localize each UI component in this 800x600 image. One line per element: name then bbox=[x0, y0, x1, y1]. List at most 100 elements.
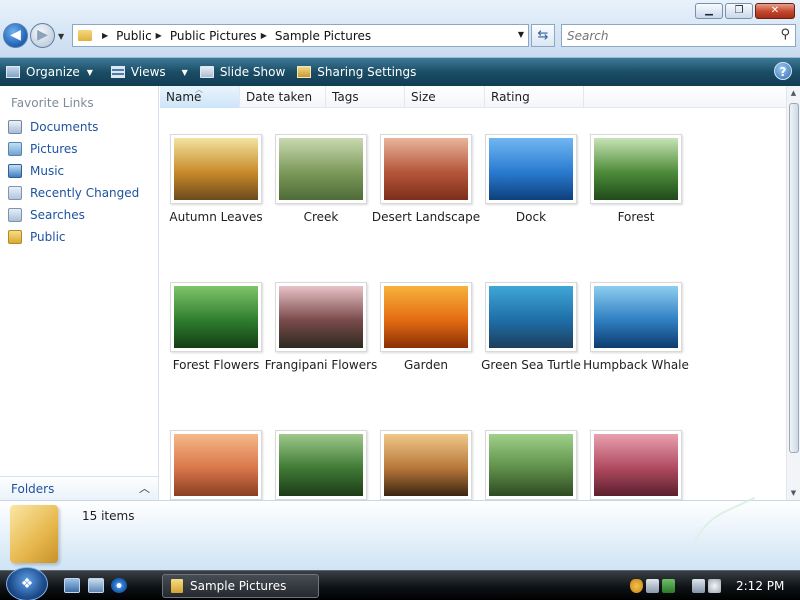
file-name: Creek bbox=[303, 210, 339, 224]
file-item[interactable]: Humpback Whale bbox=[583, 282, 695, 422]
thumbnail-image bbox=[174, 286, 258, 348]
thumbnail bbox=[275, 134, 367, 204]
help-icon[interactable]: ? bbox=[774, 62, 792, 80]
sidebar-item-pictures[interactable]: Pictures bbox=[0, 138, 158, 160]
thumbnail bbox=[590, 430, 682, 500]
thumbnail-image bbox=[174, 434, 258, 496]
folder-icon bbox=[78, 30, 92, 41]
pictures-icon bbox=[8, 142, 22, 156]
file-item[interactable]: Creek bbox=[275, 134, 380, 274]
documents-icon bbox=[8, 120, 22, 134]
thumbnail bbox=[485, 430, 577, 500]
file-item[interactable]: Desert Landscape bbox=[372, 134, 485, 274]
thumbnail bbox=[170, 134, 262, 204]
breadcrumb-arrow-icon[interactable]: ▶ bbox=[156, 31, 162, 40]
file-name: Humpback Whale bbox=[583, 358, 689, 372]
thumbnail-image bbox=[384, 138, 468, 200]
chevron-down-icon: ▼ bbox=[86, 67, 93, 77]
file-item[interactable] bbox=[275, 430, 380, 500]
clock[interactable]: 2:12 PM bbox=[736, 579, 784, 593]
decorative-swoosh bbox=[682, 496, 778, 581]
scrollbar-thumb[interactable] bbox=[789, 103, 799, 453]
file-item[interactable]: Autumn Leaves bbox=[169, 134, 275, 274]
file-item[interactable]: Frangipani Flowers bbox=[265, 282, 380, 422]
recently-changed-icon bbox=[8, 186, 22, 200]
sidebar-item-searches[interactable]: Searches bbox=[0, 204, 158, 226]
breadcrumb-public[interactable]: Public ▶ bbox=[116, 29, 170, 43]
column-header-tags[interactable]: Tags bbox=[326, 86, 405, 108]
file-item[interactable] bbox=[170, 430, 275, 500]
internet-explorer-icon[interactable] bbox=[111, 578, 127, 593]
file-item[interactable]: Green Sea Turtle bbox=[481, 282, 590, 422]
file-list: ︿ Name Date taken Tags Size Rating Autum… bbox=[160, 86, 800, 500]
window-controls: ▁ ❐ ✕ bbox=[695, 3, 795, 19]
chevron-down-icon: ▼ bbox=[181, 67, 188, 77]
column-header-size[interactable]: Size bbox=[405, 86, 485, 108]
sidebar-item-music[interactable]: Music bbox=[0, 160, 158, 182]
file-name: Green Sea Turtle bbox=[481, 358, 581, 372]
switch-windows-icon[interactable] bbox=[88, 578, 104, 593]
file-item[interactable]: Forest bbox=[590, 134, 695, 274]
search-icon[interactable]: ⚲ bbox=[780, 27, 790, 42]
column-header-date-taken[interactable]: Date taken bbox=[240, 86, 326, 108]
slide-show-button[interactable]: Slide Show bbox=[194, 60, 291, 84]
file-item[interactable]: Forest Flowers bbox=[170, 282, 275, 422]
security-shield-icon[interactable] bbox=[630, 579, 643, 593]
organize-icon bbox=[6, 66, 20, 78]
security-center-icon[interactable] bbox=[646, 579, 659, 593]
refresh-button[interactable]: ⇆ bbox=[531, 24, 555, 47]
file-item[interactable]: Garden bbox=[380, 282, 485, 422]
file-item[interactable] bbox=[380, 430, 485, 500]
folders-toggle[interactable]: Folders ︿ bbox=[0, 476, 158, 500]
sort-ascending-icon: ︿ bbox=[195, 86, 203, 94]
network-icon[interactable] bbox=[692, 579, 705, 593]
sharing-icon bbox=[297, 66, 312, 78]
views-button[interactable]: Views ▼ bbox=[105, 60, 194, 84]
breadcrumb-arrow-icon[interactable]: ▶ bbox=[261, 31, 267, 40]
back-button[interactable]: ◀ bbox=[3, 23, 28, 48]
forward-button[interactable]: ▶ bbox=[30, 23, 55, 48]
file-item[interactable]: Dock bbox=[485, 134, 590, 274]
breadcrumb-public-pictures[interactable]: Public Pictures ▶ bbox=[170, 29, 275, 43]
breadcrumb-sample-pictures[interactable]: Sample Pictures bbox=[275, 29, 371, 43]
vertical-scrollbar[interactable]: ▲ ▼ bbox=[786, 86, 800, 500]
column-header-name[interactable]: ︿ Name bbox=[160, 86, 240, 108]
minimize-button[interactable]: ▁ bbox=[695, 3, 723, 19]
file-item[interactable] bbox=[485, 430, 590, 500]
thumbnail-image bbox=[594, 434, 678, 496]
maximize-button[interactable]: ❐ bbox=[725, 3, 753, 19]
thumbnail-image bbox=[279, 434, 363, 496]
details-pane: 15 items bbox=[0, 496, 800, 581]
thumbnail bbox=[380, 430, 472, 500]
column-headers: ︿ Name Date taken Tags Size Rating bbox=[160, 86, 786, 108]
recent-pages-dropdown-icon[interactable]: ▼ bbox=[58, 32, 64, 41]
breadcrumb-arrow-icon[interactable]: ▶ bbox=[102, 31, 108, 40]
column-header-rating[interactable]: Rating bbox=[485, 86, 584, 108]
scroll-up-icon[interactable]: ▲ bbox=[787, 86, 800, 100]
search-input[interactable] bbox=[562, 28, 767, 43]
address-dropdown-icon[interactable]: ▼ bbox=[518, 30, 524, 39]
close-button[interactable]: ✕ bbox=[755, 3, 795, 19]
volume-icon[interactable] bbox=[708, 579, 721, 593]
searches-icon bbox=[8, 208, 22, 222]
windows-update-icon[interactable] bbox=[662, 579, 675, 593]
taskbar-button-sample-pictures[interactable]: Sample Pictures bbox=[162, 574, 319, 598]
file-name: Dock bbox=[515, 210, 547, 224]
thumbnail-image bbox=[279, 138, 363, 200]
sidebar-item-public[interactable]: Public bbox=[0, 226, 158, 248]
thumbnail-image bbox=[489, 286, 573, 348]
sidebar-item-documents[interactable]: Documents bbox=[0, 116, 158, 138]
music-icon bbox=[8, 164, 22, 178]
file-item[interactable] bbox=[590, 430, 695, 500]
start-button[interactable]: ❖ bbox=[6, 567, 48, 600]
scroll-down-icon[interactable]: ▼ bbox=[787, 486, 800, 500]
sidebar-item-recently-changed[interactable]: Recently Changed bbox=[0, 182, 158, 204]
file-name: Forest bbox=[617, 210, 655, 224]
sharing-settings-button[interactable]: Sharing Settings bbox=[291, 60, 422, 84]
address-bar[interactable]: ▶ Public ▶ Public Pictures ▶ Sample Pictur… bbox=[72, 24, 529, 47]
thumbnail bbox=[170, 430, 262, 500]
organize-button[interactable]: Organize ▼ bbox=[0, 60, 99, 84]
thumbnail-image bbox=[489, 434, 573, 496]
system-tray: 2:12 PM bbox=[630, 576, 800, 596]
show-desktop-icon[interactable] bbox=[64, 578, 80, 593]
